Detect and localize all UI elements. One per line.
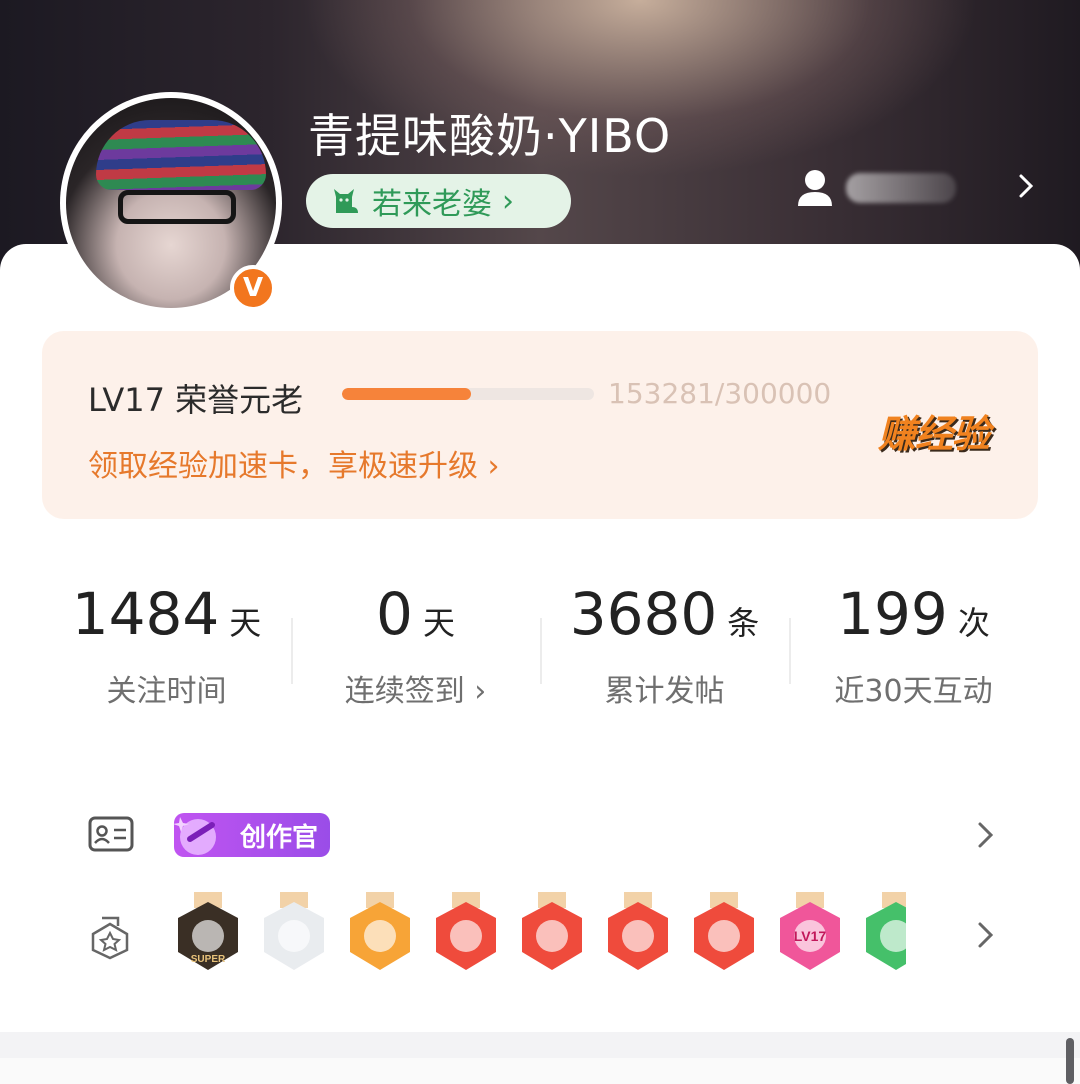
medal-label: SUPER xyxy=(191,954,226,965)
stat-follow-time: 1484 天 关注时间 xyxy=(42,580,291,710)
crown-medal xyxy=(350,892,410,970)
username: 青提味酸奶·YIBO xyxy=(308,109,672,163)
stat-value: 1484 xyxy=(71,580,220,648)
stat-unit: 次 xyxy=(957,604,990,642)
chevron-right-icon: › xyxy=(502,183,514,219)
next-section-edge xyxy=(0,1058,1080,1084)
character-medal xyxy=(264,892,324,970)
xp-boost-link-label: 领取经验加速卡，享极速升级 xyxy=(88,449,478,484)
chevron-right-icon: › xyxy=(487,449,500,484)
stat-label: 关注时间 xyxy=(106,674,227,709)
cat-icon xyxy=(334,189,358,213)
stat-unit: 天 xyxy=(229,604,262,642)
stat-label: 累计发帖 xyxy=(604,674,725,709)
bottom-section xyxy=(0,1032,1080,1084)
avatar-glasses-detail xyxy=(118,190,236,224)
xp-progress-fill xyxy=(342,388,471,400)
stat-label: 连续签到 xyxy=(344,674,465,709)
stat-checkin[interactable]: 0天 连续签到 › xyxy=(291,580,540,710)
super-medal: SUPER xyxy=(178,892,238,970)
id-card-icon xyxy=(88,816,134,852)
earn-xp-button[interactable]: 赚经验 xyxy=(878,403,990,458)
xp-progress-bar xyxy=(342,388,594,400)
medal-outline-icon xyxy=(91,916,129,960)
chevron-right-icon xyxy=(1019,174,1034,198)
level-card[interactable]: LV17 荣誉元老 153281/300000 领取经验加速卡，享极速升级 › … xyxy=(42,331,1038,519)
rabbit-medal xyxy=(694,892,754,970)
stats-card: 1484 天 关注时间 0天 连续签到 › 3680 条 累计发帖 199 次 近30… xyxy=(42,546,1038,742)
stat-label: 近30天互动 xyxy=(834,674,993,709)
green-medal xyxy=(866,892,906,970)
avatar-hat-detail xyxy=(96,120,266,190)
dragon-medal-3 xyxy=(608,892,668,970)
xp-boost-link[interactable]: 领取经验加速卡，享极速升级 › xyxy=(88,441,500,485)
dragon-medal-1 xyxy=(436,892,496,970)
stat-interactions: 199 次 近30天互动 xyxy=(789,580,1038,710)
fan-title-pill[interactable]: 若来老婆 › xyxy=(306,174,571,228)
medals-strip: SUPER LV17 xyxy=(172,892,906,976)
level-title: LV17 荣誉元老 xyxy=(88,381,304,419)
stat-posts: 3680 条 累计发帖 xyxy=(540,580,789,710)
stat-unit: 条 xyxy=(727,604,760,642)
xp-text: 153281/300000 xyxy=(608,377,832,410)
medal-label: LV17 xyxy=(794,928,827,944)
chevron-right-icon: › xyxy=(464,674,487,709)
chevron-right-icon xyxy=(978,822,994,848)
followers-entry[interactable] xyxy=(796,162,1046,214)
fan-title-label: 若来老婆 xyxy=(372,187,492,222)
verified-badge: V xyxy=(230,265,276,311)
user-icon xyxy=(798,170,832,206)
stat-value: 199 xyxy=(837,580,948,648)
stat-value: 0 xyxy=(376,580,413,648)
badges-card: 创作官 SUPER LV17 xyxy=(42,768,1038,1006)
creator-tag-label: 创作官 xyxy=(239,822,318,853)
scrollbar[interactable] xyxy=(1066,1038,1074,1084)
blurred-info xyxy=(846,173,956,203)
stat-value: 3680 xyxy=(569,580,718,648)
creator-tag[interactable]: 创作官 xyxy=(173,813,330,857)
dragon-medal-2 xyxy=(522,892,582,970)
lv17-medal: LV17 xyxy=(780,892,840,970)
chevron-right-icon xyxy=(978,922,994,948)
creator-badge-icon xyxy=(173,817,216,855)
stat-unit: 天 xyxy=(422,604,455,642)
